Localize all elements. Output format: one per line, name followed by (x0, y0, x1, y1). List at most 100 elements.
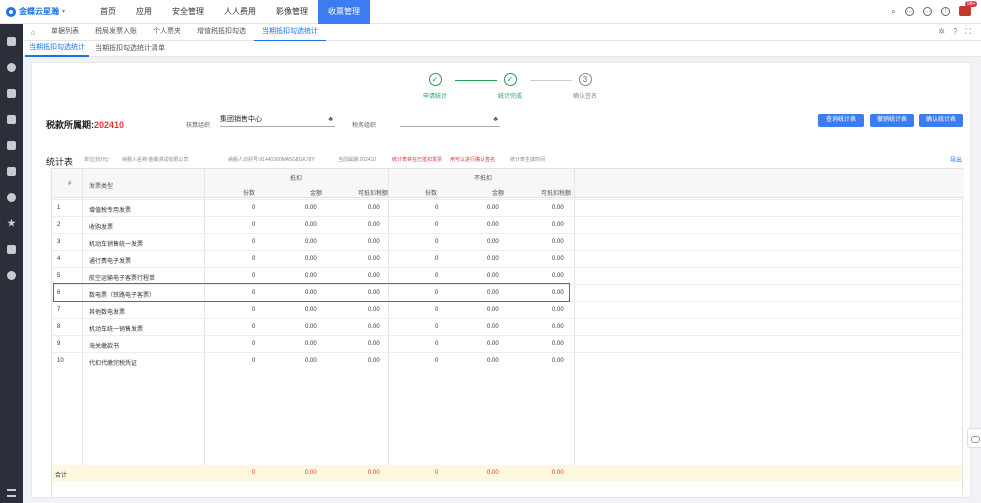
cell-no: 8 (57, 324, 61, 330)
menu-toggle-icon[interactable] (7, 489, 16, 497)
taxpayer-id: 纳税人识别号:91440300MA5G8GK78Y (228, 157, 315, 163)
cell-c1: 0 (252, 256, 256, 262)
sidebar-document-icon[interactable] (0, 110, 23, 128)
cell-type: 航空运输电子客票行程单 (89, 276, 156, 282)
table-row[interactable]: 5 航空运输电子客票行程单 0 0.00 0.00 0 0.00 0.00 (52, 267, 964, 284)
total-count-nondeduct: 0 (435, 470, 439, 476)
nav-item[interactable]: 首页 (90, 0, 126, 24)
cell-t2: 0.00 (552, 307, 564, 313)
cell-t2: 0.00 (552, 273, 564, 279)
settings-icon[interactable]: ✲ (938, 27, 945, 37)
total-count-deduct: 0 (252, 470, 256, 476)
cell-a2: 0.00 (487, 324, 499, 330)
org-field[interactable]: 集团销售中心 ♣ (220, 113, 335, 127)
main-nav: 首页 应用 安全管理 人人费用 影像管理 收票管理 (90, 0, 370, 24)
sidebar-star-icon[interactable] (0, 214, 23, 232)
main-card: ✓ 申请统计 ✓ 统计完成 3 确认签名 税款所属期:202410 核算组织 集团销售中心… (31, 62, 971, 498)
cell-t1: 0.00 (368, 239, 380, 245)
user-avatar-area[interactable]: 99+ (959, 0, 978, 18)
tax-org-field[interactable]: ♣ (400, 113, 500, 127)
page-tabs: ⌂ 单据列表 税局发票入账 个人票夹 增值税抵扣勾选 当期抵扣勾选统计 ✲ ? ⛶ (23, 23, 981, 42)
total-tax-nondeduct: 0.00 (552, 470, 564, 476)
tab[interactable]: 个人票夹 (145, 23, 189, 42)
warning-text-1: 统计表将在已抵扣发票 (392, 157, 443, 163)
nav-item[interactable]: 收票管理 (318, 0, 370, 24)
sidebar-chat-icon[interactable] (0, 240, 23, 258)
confirm-stat-button[interactable]: 确认统计表 (919, 114, 963, 127)
sidebar-check-icon[interactable] (0, 84, 23, 102)
cell-a2: 0.00 (487, 273, 499, 279)
app-logo[interactable]: 金蝶云星瀚 ▾ (0, 6, 90, 17)
table-row[interactable]: 2 收购发票 0 0.00 0.00 0 0.00 0.00 (52, 216, 964, 233)
sidebar-globe-icon[interactable] (0, 58, 23, 76)
table-row[interactable]: 8 机动车统一销售发票 0 0.00 0.00 0 0.00 0.00 (52, 318, 964, 335)
cloud-widget-icon[interactable] (967, 428, 981, 448)
org-picker-icon[interactable]: ♣ (328, 113, 333, 127)
sidebar (0, 24, 23, 503)
tab[interactable]: 增值税抵扣勾选 (189, 23, 254, 42)
step-label: 统计完成 (497, 94, 522, 100)
cell-no: 1 (57, 205, 61, 211)
table-row[interactable]: 10 代扣代缴完税凭证 0 0.00 0.00 0 0.00 0.00 (52, 352, 964, 369)
cell-t2: 0.00 (552, 256, 564, 262)
cell-type: 其他数电发票 (89, 310, 126, 316)
nav-item[interactable]: 影像管理 (266, 0, 318, 24)
sidebar-gear-icon[interactable] (0, 188, 23, 206)
cell-c2: 0 (435, 273, 439, 279)
table-row[interactable]: 3 机动车销售统一发票 0 0.00 0.00 0 0.00 0.00 (52, 233, 964, 250)
nav-item[interactable]: 人人费用 (214, 0, 266, 24)
table-row[interactable]: 4 通行费电子发票 0 0.00 0.00 0 0.00 0.00 (52, 250, 964, 267)
header-deduct-group: 抵扣 (290, 176, 303, 182)
logo-icon (6, 6, 16, 17)
sidebar-help-icon[interactable] (0, 266, 23, 284)
export-link[interactable]: 导出 (950, 155, 962, 164)
chevron-down-icon[interactable]: ▾ (62, 8, 65, 15)
cell-c1: 0 (252, 205, 256, 211)
cell-type: 通行费电子发票 (89, 259, 132, 265)
cell-c2: 0 (435, 239, 439, 245)
tax-org-picker-icon[interactable]: ♣ (493, 113, 498, 127)
cell-c1: 0 (252, 358, 256, 364)
avatar[interactable] (959, 5, 971, 16)
nav-item[interactable]: 应用 (126, 0, 162, 24)
query-stat-button[interactable]: 查询统计表 (818, 114, 864, 127)
sidebar-calendar-icon[interactable] (0, 162, 23, 180)
cell-a2: 0.00 (487, 256, 499, 262)
table-row[interactable]: 1 增值税专用发票 0 0.00 0.00 0 0.00 0.00 (52, 199, 964, 216)
subtab[interactable]: 当期抵扣勾选统计 (25, 40, 89, 57)
cell-c2: 0 (435, 324, 439, 330)
cell-a1: 0.00 (305, 239, 317, 245)
cell-t2: 0.00 (552, 222, 564, 228)
help-icon[interactable]: ? (953, 27, 957, 37)
cell-t1: 0.00 (368, 205, 380, 211)
tab[interactable]: 税局发票入账 (87, 23, 145, 42)
tax-org-label: 税务组织 (352, 123, 377, 129)
notification-icon[interactable]: ! (941, 7, 950, 16)
cell-type: 增值税专用发票 (89, 208, 132, 214)
header-actions: ⌕ … … ! 99+ (891, 0, 981, 18)
header-nondeduct-group: 不抵扣 (474, 176, 493, 182)
sidebar-cloud-icon[interactable] (0, 32, 23, 50)
cell-no: 9 (57, 341, 61, 347)
cell-c2: 0 (435, 256, 439, 262)
search-icon[interactable]: ⌕ (891, 6, 896, 17)
tab[interactable]: 单据列表 (43, 23, 87, 42)
table-row[interactable]: 9 海关缴款书 0 0.00 0.00 0 0.00 0.00 (52, 335, 964, 352)
stat-title: 统计表 (46, 157, 74, 167)
message-icon[interactable]: … (905, 7, 914, 16)
nav-item[interactable]: 安全管理 (162, 0, 214, 24)
cancel-stat-button[interactable]: 撤销统计表 (870, 114, 914, 127)
home-icon[interactable]: ⌂ (23, 28, 43, 37)
cell-c1: 0 (252, 222, 256, 228)
table-row[interactable]: 7 其他数电发票 0 0.00 0.00 0 0.00 0.00 (52, 301, 964, 318)
tab[interactable]: 当期抵扣勾选统计 (254, 23, 326, 42)
total-amount-deduct: 0.00 (305, 470, 317, 476)
sidebar-flag-icon[interactable] (0, 136, 23, 154)
cell-no: 4 (57, 256, 61, 262)
fullscreen-icon[interactable]: ⛶ (965, 27, 971, 37)
cell-a1: 0.00 (305, 307, 317, 313)
chat-icon[interactable]: … (923, 7, 932, 16)
header-tax: 可抵扣税额 (541, 191, 572, 197)
tab-list: 单据列表 税局发票入账 个人票夹 增值税抵扣勾选 当期抵扣勾选统计 (43, 23, 326, 42)
subtab[interactable]: 当期抵扣勾选统计清单 (91, 41, 169, 56)
